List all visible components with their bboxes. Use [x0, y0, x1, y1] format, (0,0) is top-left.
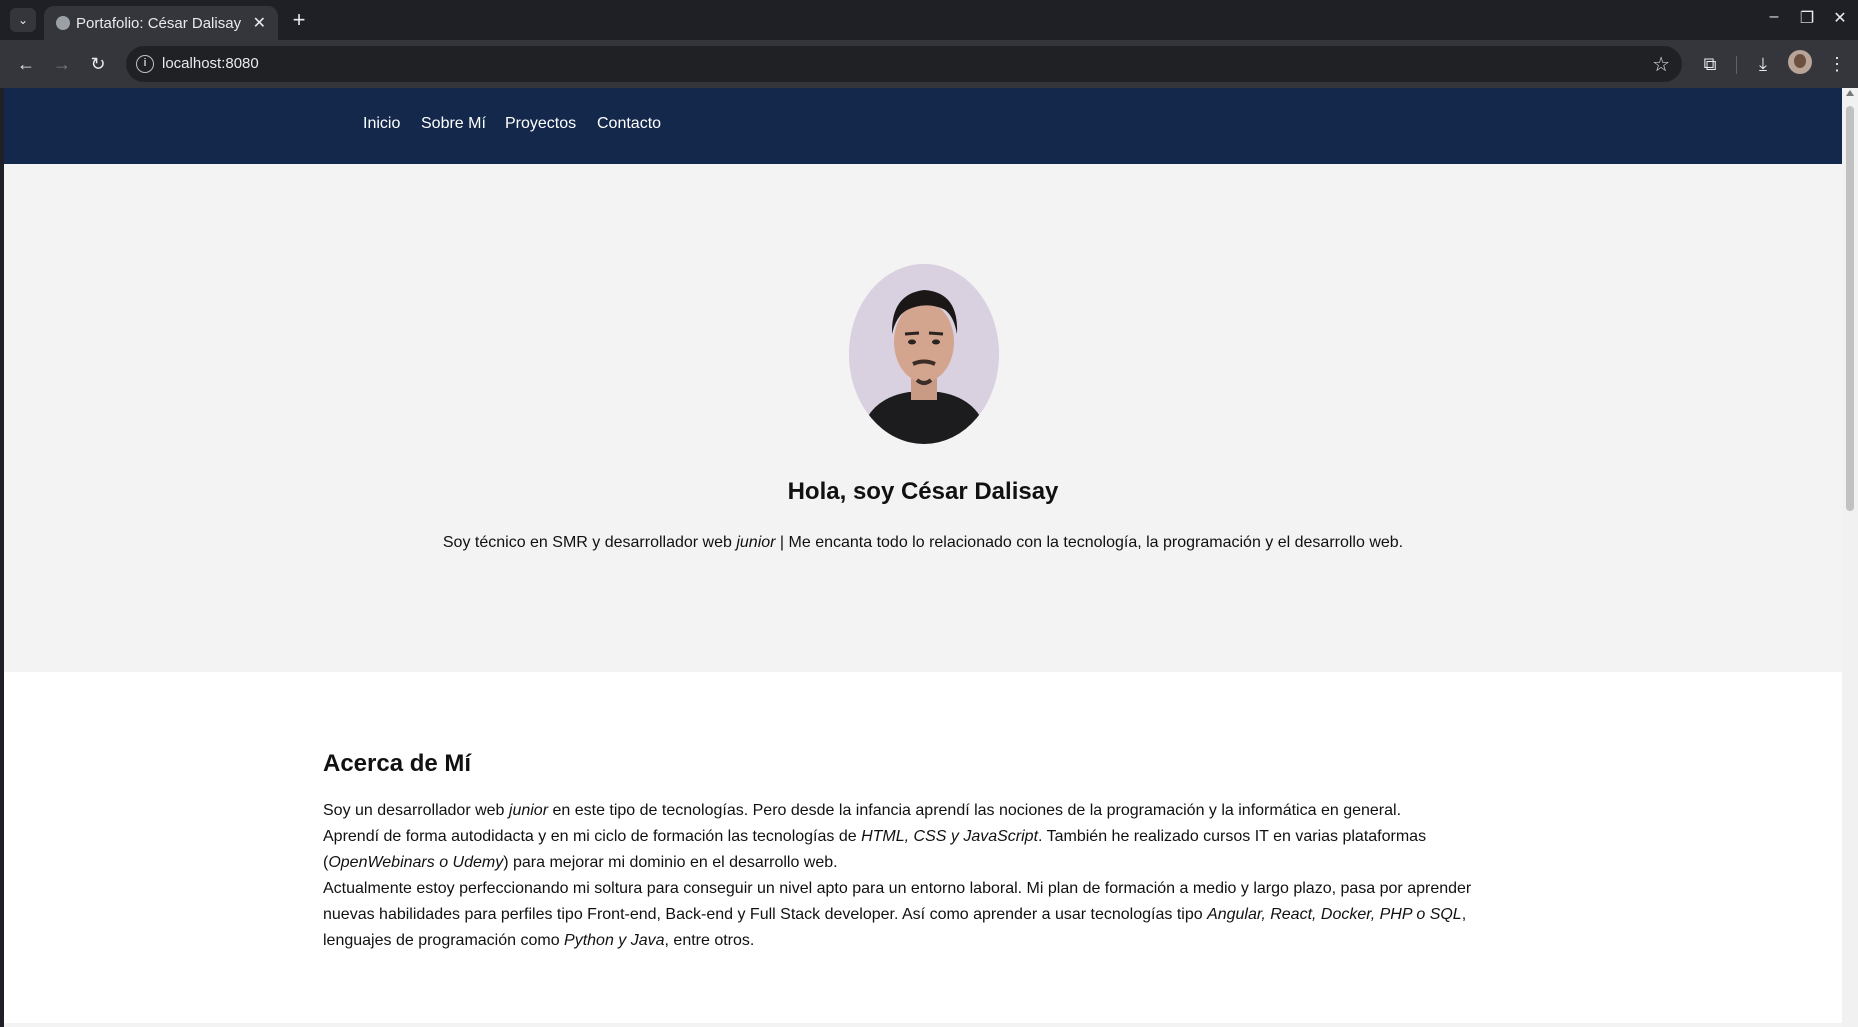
about-paragraph-2: Aprendí de forma autodidacta y en mi cic…	[323, 828, 1427, 871]
toolbar-divider	[1736, 56, 1737, 74]
nav-link-sobre-mi[interactable]: Sobre Mí	[421, 115, 486, 133]
close-window-icon[interactable]: ✕	[1828, 8, 1852, 28]
tab-search-icon[interactable]: ⌄	[10, 8, 36, 32]
star-icon[interactable]: ☆	[1652, 52, 1670, 77]
close-icon[interactable]: ✕	[253, 13, 266, 33]
about-paragraph-1: Soy un desarrollador web junior en este …	[323, 802, 1402, 819]
next-section-edge	[4, 1023, 1842, 1027]
hero-subtitle-text-end: | Me encanta todo lo relacionado con la …	[775, 534, 1404, 551]
nav-link-contacto[interactable]: Contacto	[597, 115, 661, 133]
profile-avatar[interactable]	[1788, 50, 1812, 74]
browser-toolbar: ← → ↻ i localhost:8080 ☆ ⧉ ⤓ ⋮	[0, 40, 1858, 88]
about-title: Acerca de Mí	[323, 750, 472, 777]
back-icon[interactable]: ←	[14, 52, 38, 76]
scroll-thumb[interactable]	[1846, 106, 1854, 511]
plus-icon[interactable]: +	[286, 6, 312, 34]
minimize-icon[interactable]: –	[1762, 8, 1786, 26]
page-viewport: Inicio Sobre Mí Proyectos Contacto Hola,…	[4, 88, 1842, 1027]
url-text[interactable]: localhost:8080	[162, 55, 259, 72]
hero-title: Hola, soy César Dalisay	[787, 478, 1059, 505]
address-bar[interactable]: i localhost:8080 ☆	[126, 46, 1682, 82]
browser-tab-strip: ⌄ Portafolio: César Dalisay ✕ + – ❐ ✕	[0, 0, 1858, 40]
globe-icon	[56, 16, 70, 30]
maximize-icon[interactable]: ❐	[1795, 8, 1819, 28]
page-scrollbar[interactable]	[1842, 88, 1858, 1027]
browser-tab[interactable]: Portafolio: César Dalisay ✕	[44, 6, 278, 40]
nav-link-proyectos[interactable]: Proyectos	[505, 115, 576, 133]
reload-icon[interactable]: ↻	[86, 52, 110, 76]
about-section: Acerca de Mí Soy un desarrollador web ju…	[4, 672, 1842, 1027]
info-icon[interactable]: i	[136, 55, 154, 73]
hero-subtitle-emphasis: junior	[736, 534, 776, 551]
tab-title: Portafolio: César Dalisay	[76, 15, 242, 32]
nav-link-inicio[interactable]: Inicio	[363, 115, 400, 133]
hero-subtitle: Soy técnico en SMR y desarrollador web j…	[4, 534, 1842, 552]
scroll-up-arrow-icon[interactable]	[1846, 90, 1854, 96]
about-body: Soy un desarrollador web junior en este …	[323, 798, 1493, 954]
hero-subtitle-text: Soy técnico en SMR y desarrollador web	[442, 534, 737, 551]
hero-section: Hola, soy César Dalisay Soy técnico en S…	[4, 164, 1842, 672]
download-icon[interactable]: ⤓	[1751, 52, 1775, 76]
kebab-menu-icon[interactable]: ⋮	[1825, 52, 1849, 76]
profile-photo	[849, 264, 999, 444]
about-paragraph-3: Actualmente estoy perfeccionando mi solt…	[323, 880, 1472, 949]
site-navbar: Inicio Sobre Mí Proyectos Contacto	[4, 88, 1842, 164]
extensions-icon[interactable]: ⧉	[1698, 52, 1722, 76]
forward-icon[interactable]: →	[50, 52, 74, 76]
